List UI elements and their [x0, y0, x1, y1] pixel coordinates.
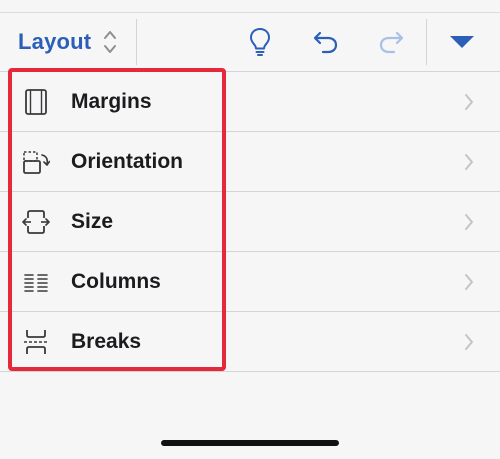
- toolbar-divider: [136, 19, 137, 65]
- undo-button[interactable]: [308, 24, 344, 60]
- menu-item-size[interactable]: Size: [0, 192, 500, 252]
- toolbar-divider: [426, 19, 427, 65]
- chevron-right-icon: [465, 214, 473, 230]
- margins-icon: [25, 89, 47, 115]
- chevron-right-icon: [465, 154, 473, 170]
- size-icon: [22, 210, 50, 234]
- menu-item-margins[interactable]: Margins: [0, 72, 500, 132]
- tell-me-button[interactable]: [242, 24, 278, 60]
- breaks-icon: [24, 330, 48, 354]
- layout-menu: Margins Orientation Size Columns Breaks: [0, 72, 500, 372]
- chevron-up-down-icon: [104, 31, 117, 53]
- menu-item-label: Margins: [71, 90, 152, 113]
- screen: Layout Margins Orientation Size Columns …: [0, 0, 500, 459]
- lightbulb-icon: [250, 28, 270, 56]
- menu-item-label: Breaks: [71, 330, 142, 353]
- menu-item-breaks[interactable]: Breaks: [0, 312, 500, 372]
- triangle-down-icon: [450, 36, 474, 48]
- ribbon-tab-label: Layout: [18, 29, 92, 54]
- chevron-right-icon: [465, 274, 473, 290]
- redo-icon: [379, 31, 404, 54]
- chevron-right-icon: [465, 94, 473, 110]
- ribbon-tab-picker[interactable]: Layout: [18, 13, 117, 71]
- home-indicator[interactable]: [161, 440, 339, 446]
- collapse-ribbon-button[interactable]: [444, 24, 480, 60]
- undo-icon: [313, 31, 338, 54]
- columns-icon: [24, 274, 48, 292]
- chevron-right-icon: [465, 334, 473, 350]
- menu-item-orientation[interactable]: Orientation: [0, 132, 500, 192]
- orientation-icon: [23, 151, 50, 174]
- menu-item-label: Size: [71, 210, 114, 233]
- menu-item-columns[interactable]: Columns: [0, 252, 500, 312]
- menu-item-label: Orientation: [71, 150, 184, 173]
- redo-button[interactable]: [373, 24, 409, 60]
- ribbon-toolbar: Layout: [0, 13, 500, 72]
- menu-item-label: Columns: [71, 270, 161, 293]
